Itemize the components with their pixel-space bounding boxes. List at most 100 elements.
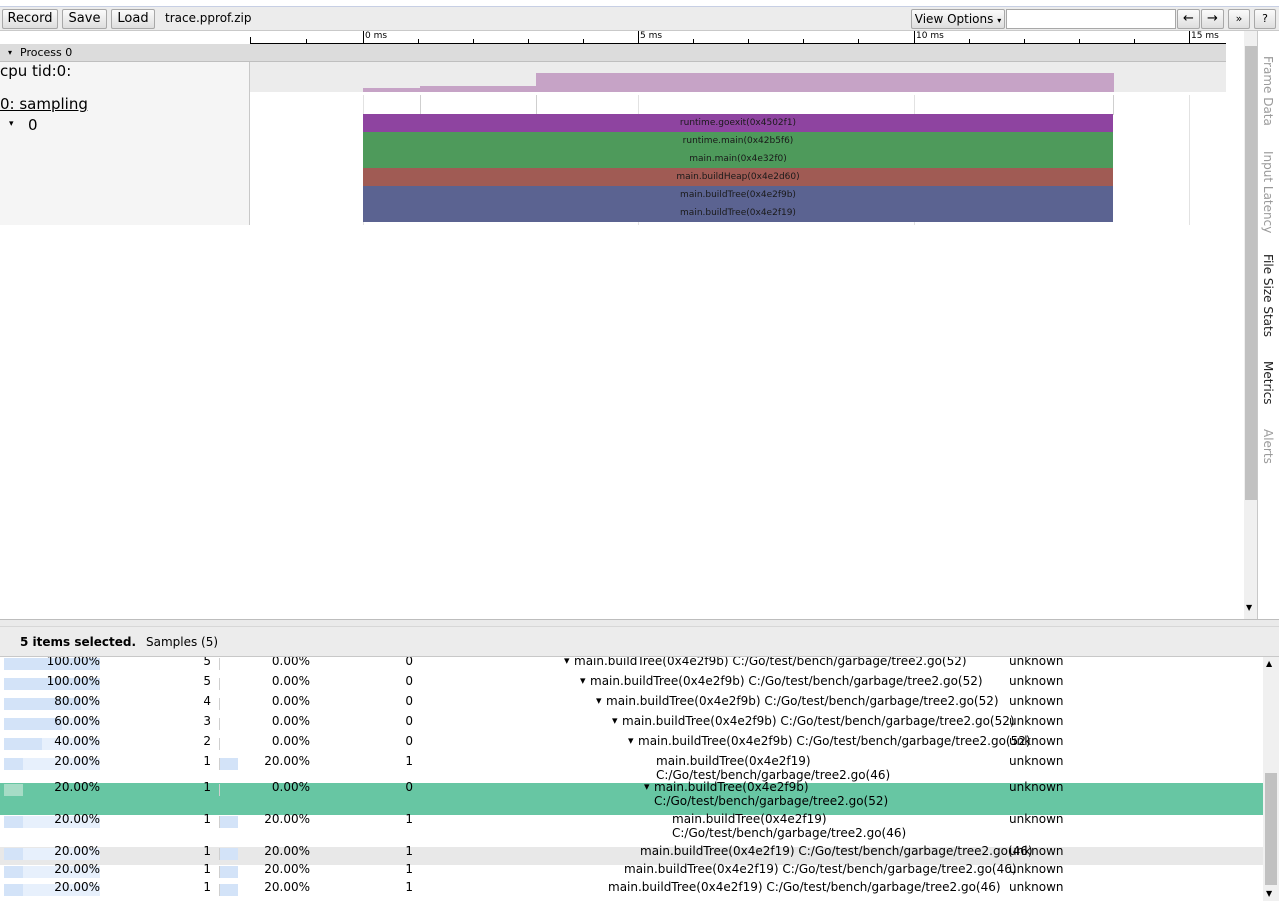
- arrow-left-icon: ←: [1183, 11, 1194, 26]
- tab-samples[interactable]: Samples (5): [146, 635, 218, 649]
- self-count: 1: [405, 862, 413, 876]
- ruler-tick: [1134, 39, 1135, 43]
- slice-main-buildtree[interactable]: main.buildTree(0x4e2f9b): [363, 186, 1113, 204]
- total-percent: 20.00%: [54, 754, 100, 768]
- total-count: 5: [203, 674, 211, 688]
- expand-triangle-icon[interactable]: ▾: [644, 780, 650, 793]
- more-button[interactable]: »: [1228, 9, 1250, 29]
- counter-step[interactable]: [536, 73, 1114, 92]
- slice-main-buildtree[interactable]: main.buildTree(0x4e2f19): [363, 204, 1113, 222]
- ruler-tick: [418, 39, 419, 43]
- source-location: unknown: [1009, 714, 1064, 728]
- ruler-tick: [363, 31, 364, 43]
- self-percent-bar-fill: [220, 884, 238, 896]
- source-location: unknown: [1009, 812, 1064, 826]
- table-row[interactable]: 20.00% 1 20.00% 1 main.buildTree(0x4e2f19) C…: [0, 880, 1263, 901]
- self-percent: 20.00%: [264, 880, 310, 894]
- cpu-track-label: cpu tid:0:: [0, 62, 72, 80]
- arrow-right-icon: →: [1207, 11, 1218, 26]
- total-percent-bar-fill: [4, 816, 24, 828]
- view-options-button[interactable]: View Options ▾: [911, 9, 1005, 29]
- process-label: Process 0: [20, 46, 73, 59]
- record-button[interactable]: Record: [2, 9, 58, 29]
- tab-file-size-stats[interactable]: File Size Stats: [1261, 254, 1275, 337]
- sampling-track-link[interactable]: 0: sampling: [0, 95, 88, 113]
- table-row[interactable]: 20.00% 1 0.00% 0 ▾ main.buildTree(0x4e2f9b) C:…: [0, 780, 1263, 815]
- self-percent: 20.00%: [264, 844, 310, 858]
- self-count: 0: [405, 657, 413, 668]
- collapse-triangle-icon[interactable]: ▾: [9, 119, 14, 129]
- find-next-button[interactable]: →: [1201, 9, 1224, 29]
- scroll-down-arrow-icon[interactable]: ▼: [1246, 603, 1252, 612]
- save-button[interactable]: Save: [62, 9, 107, 29]
- tab-metrics[interactable]: Metrics: [1261, 361, 1275, 405]
- expand-triangle-icon[interactable]: ▾: [564, 657, 570, 667]
- table-scrollbar-thumb[interactable]: [1265, 773, 1277, 885]
- panel-resize-divider[interactable]: [0, 619, 1279, 627]
- source-location: unknown: [1009, 754, 1064, 768]
- self-percent: 0.00%: [271, 780, 310, 794]
- column-divider: [219, 784, 220, 796]
- ruler-tick: [803, 39, 804, 43]
- function-name: main.buildTree(0x4e2f9b) C:/Go/test/benc…: [606, 694, 999, 708]
- expand-triangle-icon[interactable]: ▾: [628, 734, 634, 747]
- total-percent: 20.00%: [54, 812, 100, 826]
- ruler-tick: [1079, 39, 1080, 43]
- table-row[interactable]: 20.00% 1 20.00% 1 main.buildTree(0x4e2f19) C:…: [0, 754, 1263, 783]
- tab-input-latency[interactable]: Input Latency: [1261, 151, 1275, 233]
- self-count: 0: [405, 780, 413, 794]
- total-percent: 100.00%: [46, 657, 100, 668]
- self-percent: 0.00%: [271, 674, 310, 688]
- table-row[interactable]: 40.00% 2 0.00% 0 ▾ main.buildTree(0x4e2f9b) C…: [0, 734, 1263, 757]
- counter-step[interactable]: [420, 86, 536, 92]
- total-percent-bar-fill: [4, 718, 62, 730]
- find-previous-button[interactable]: ←: [1177, 9, 1200, 29]
- side-panel-tabs: Frame Data Input Latency File Size Stats…: [1257, 31, 1279, 619]
- table-row[interactable]: 20.00% 1 20.00% 1 main.buildTree(0x4e2f19) C:…: [0, 812, 1263, 847]
- load-button[interactable]: Load: [111, 9, 155, 29]
- column-divider: [219, 738, 220, 750]
- source-location: unknown: [1009, 780, 1064, 794]
- timeline-scrollbar-thumb[interactable]: [1245, 46, 1257, 500]
- self-percent-bar-fill: [220, 816, 238, 828]
- ruler-tick: [748, 39, 749, 43]
- process-header[interactable]: ▾ Process 0: [0, 44, 1226, 62]
- caret-down-icon: ▾: [997, 16, 1002, 25]
- function-name: main.buildTree(0x4e2f19) C:/Go/test/benc…: [624, 862, 1017, 876]
- ruler-tick: [1189, 31, 1190, 43]
- counter-step[interactable]: [363, 88, 420, 92]
- collapse-triangle-icon[interactable]: ▾: [8, 44, 12, 61]
- view-options-label: View Options: [914, 12, 994, 26]
- source-location: unknown: [1009, 734, 1064, 748]
- trace-filename: trace.pprof.zip: [165, 11, 252, 25]
- scroll-up-arrow-icon[interactable]: ▲: [1266, 659, 1272, 668]
- slice-main-buildheap[interactable]: main.buildHeap(0x4e2d60): [363, 168, 1113, 186]
- selection-summary: 5 items selected.: [20, 635, 137, 649]
- expand-triangle-icon[interactable]: ▾: [596, 694, 602, 707]
- self-count: 1: [405, 812, 413, 826]
- source-location: unknown: [1009, 694, 1064, 708]
- self-percent: 20.00%: [264, 812, 310, 826]
- total-count: 3: [203, 714, 211, 728]
- slice-runtime-main[interactable]: runtime.main(0x42b5f6): [363, 132, 1113, 150]
- self-count: 0: [405, 734, 413, 748]
- track-area[interactable]: runtime.goexit(0x4502f1) runtime.main(0x…: [250, 62, 1226, 225]
- scroll-down-arrow-icon[interactable]: ▼: [1266, 889, 1272, 898]
- column-divider: [219, 658, 220, 670]
- total-percent: 20.00%: [54, 862, 100, 876]
- slice-main-main[interactable]: main.main(0x4e32f0): [363, 150, 1113, 168]
- total-percent-bar-fill: [4, 758, 24, 770]
- expand-triangle-icon[interactable]: ▾: [580, 674, 586, 687]
- slice-runtime-goexit[interactable]: runtime.goexit(0x4502f1): [363, 114, 1113, 132]
- tab-alerts[interactable]: Alerts: [1261, 429, 1275, 464]
- tab-frame-data[interactable]: Frame Data: [1261, 56, 1275, 126]
- self-percent-bar-fill: [220, 866, 238, 878]
- time-ruler: 0 ms 5 ms 10 ms 15 ms: [250, 31, 1226, 44]
- search-input[interactable]: [1006, 9, 1176, 29]
- function-name: main.buildTree(0x4e2f19): [672, 812, 827, 826]
- total-percent: 20.00%: [54, 880, 100, 894]
- column-divider: [219, 718, 220, 730]
- expand-triangle-icon[interactable]: ▾: [612, 714, 618, 727]
- help-button[interactable]: ?: [1254, 9, 1276, 29]
- source-location: unknown: [1009, 657, 1064, 668]
